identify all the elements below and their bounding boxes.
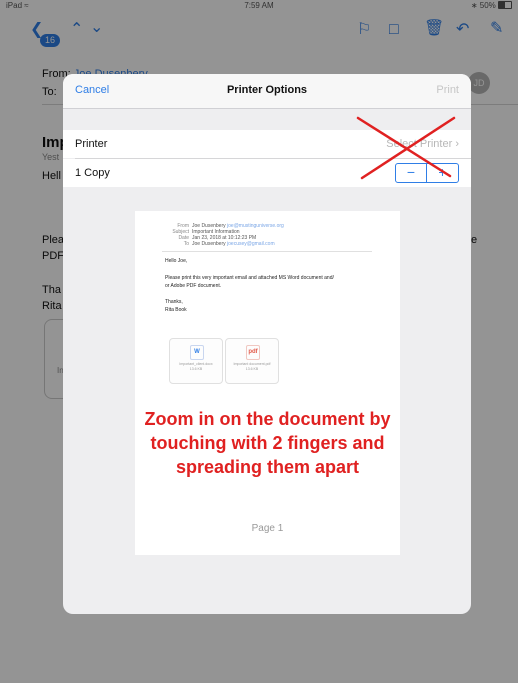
preview-attachment-word: W Important_client.docx 13.6 KB [169, 338, 223, 384]
copies-label: 1 Copy [75, 167, 110, 179]
preview-attachment-pdf: pdf Important document.pdf 13.6 KB [225, 338, 279, 384]
attachment-2-name: Important document.pdf [233, 362, 271, 366]
preview-body-line-2: or Adobe PDF document. [165, 283, 222, 289]
attachment-1-name: Important_client.docx [179, 362, 213, 366]
attachment-2-size: 13.6 KB [245, 366, 259, 371]
zoom-instruction: Zoom in on the document by touching with… [135, 407, 400, 479]
sheet-nav-bar: Cancel Printer Options Print [63, 74, 471, 109]
preview-divider [162, 251, 372, 252]
preview-greeting: Hello Joe, [165, 258, 188, 264]
pdf-icon: pdf [246, 345, 260, 360]
preview-to-value: Joe Dusenbery [192, 241, 226, 247]
word-icon: W [190, 345, 204, 360]
zoom-instruction-line-2: touching with 2 fingers and [150, 433, 385, 453]
printer-label: Printer [75, 138, 108, 150]
preview-body-line-1: Please print this very important email a… [165, 275, 334, 281]
printer-options-sheet: Cancel Printer Options Print Printer Sel… [63, 74, 471, 614]
preview-thanks: Thanks, [165, 299, 183, 305]
print-preview-page[interactable]: From Joe Dusenbery joe@mustinguniverse.or… [135, 211, 400, 555]
preview-header: From Joe Dusenbery joe@mustinguniverse.or… [162, 223, 372, 247]
zoom-instruction-line-1: Zoom in on the document by [144, 409, 391, 429]
sheet-title: Printer Options [226, 84, 308, 96]
preview-to-key: To [183, 241, 189, 247]
preview-signature: Rita Book [165, 307, 187, 313]
screen: iPad ≈ 7:59 AM ∗ 50% ❮ 16 ⌃ ⌄ ⚐ □ 🗑 ↶ ✎ … [0, 0, 518, 683]
x-stroke-1 [356, 116, 452, 178]
page-number-label: Page 1 [251, 523, 284, 534]
attachment-1-size: 13.6 KB [189, 366, 203, 371]
zoom-instruction-line-3: spreading them apart [175, 457, 360, 477]
print-button[interactable]: Print [436, 84, 459, 96]
preview-to-email: joecusey@gmail.com [227, 241, 275, 247]
red-x-annotation [356, 116, 456, 180]
